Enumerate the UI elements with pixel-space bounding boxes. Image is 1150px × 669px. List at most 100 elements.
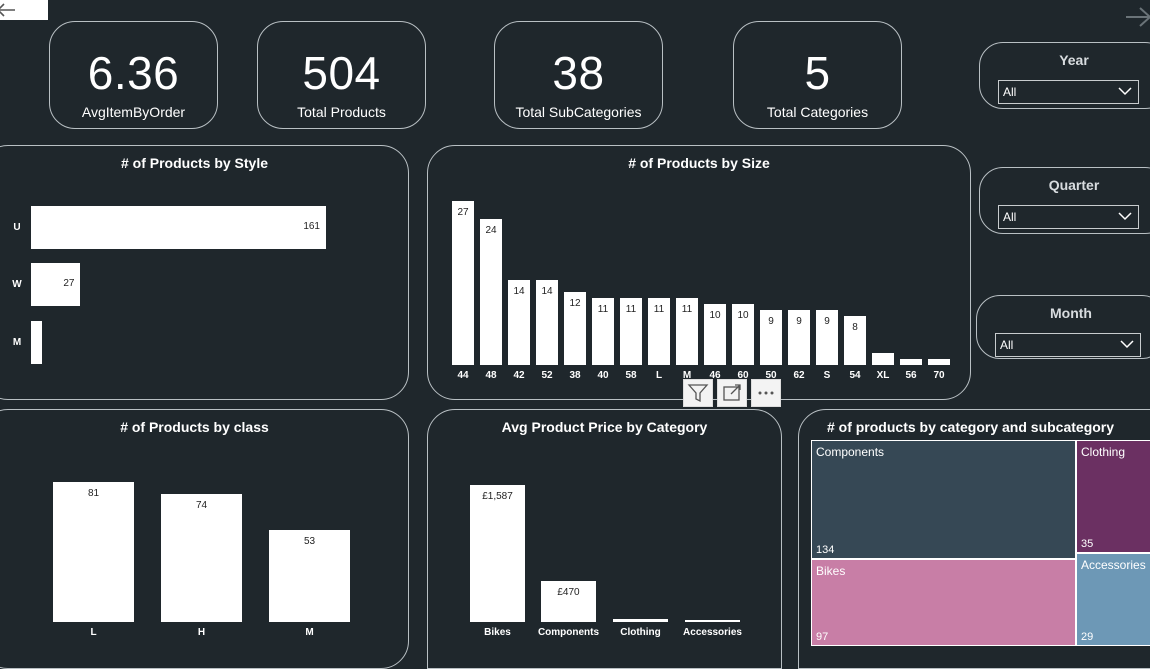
kpi-value: 504 <box>302 47 381 99</box>
axis-label: L <box>90 627 97 638</box>
axis-label: S <box>823 370 831 381</box>
data-label: 9 <box>796 316 802 328</box>
chart-title: # of Products by Style <box>120 155 269 171</box>
data-label: 74 <box>195 500 208 512</box>
data-label: 11 <box>681 304 693 316</box>
month-dropdown[interactable]: All <box>995 333 1141 357</box>
data-label: 14 <box>541 285 553 297</box>
slicer-value: All <box>1003 85 1017 99</box>
data-label: 24 <box>485 225 497 237</box>
chart-products-by-class[interactable]: # of Products by class L 81 H 74 M 53 <box>0 409 409 669</box>
slicer-title: Year <box>1059 52 1089 68</box>
bar-class-H[interactable] <box>161 494 242 622</box>
bar-size-56[interactable] <box>900 358 922 365</box>
data-label: 81 <box>87 488 100 499</box>
data-label: 27 <box>63 277 75 289</box>
arrow-right-icon[interactable] <box>1124 6 1150 28</box>
chevron-down-icon <box>1118 87 1132 96</box>
slicer-title: Month <box>1050 305 1092 321</box>
treemap-cell-label: Accessories <box>1081 558 1146 572</box>
bar-price-accessories[interactable] <box>685 620 740 622</box>
axis-label: 70 <box>933 370 945 381</box>
kpi-value: 38 <box>552 47 605 99</box>
axis-label: 58 <box>625 370 637 381</box>
chevron-down-icon <box>1118 212 1132 221</box>
kpi-label: AvgItemByOrder <box>81 104 186 120</box>
slicer-value: All <box>1000 338 1014 352</box>
more-options-icon <box>758 391 774 395</box>
year-dropdown[interactable]: All <box>998 80 1139 104</box>
filter-button[interactable] <box>683 379 713 407</box>
focus-mode-button[interactable] <box>717 379 747 407</box>
back-tab[interactable] <box>0 0 48 20</box>
bar-class-L[interactable] <box>53 482 134 622</box>
bar-style-U[interactable] <box>31 206 326 249</box>
bar-price-bikes[interactable] <box>470 485 525 622</box>
bar-size-44[interactable] <box>452 201 474 365</box>
quarter-dropdown[interactable]: All <box>998 205 1139 229</box>
kpi-value: 6.36 <box>87 47 180 99</box>
chart-products-by-style[interactable]: # of Products by Style U 161 W 27 M <box>0 145 409 400</box>
slicer-title: Quarter <box>1048 177 1100 193</box>
axis-label: M <box>12 336 22 348</box>
chart-avg-price-by-category[interactable]: Avg Product Price by Category Bikes £1,58… <box>427 409 782 669</box>
bar-size-70[interactable] <box>928 358 950 365</box>
axis-label: 38 <box>569 370 581 381</box>
treemap-cell-bikes[interactable]: Bikes 97 <box>811 559 1076 646</box>
data-label: 10 <box>709 310 721 322</box>
axis-label: U <box>13 221 21 233</box>
bar-size-XL[interactable] <box>872 352 894 365</box>
slicer-month[interactable]: Month All <box>976 295 1150 359</box>
chart-title: Avg Product Price by Category <box>501 419 708 435</box>
treemap-category-subcategory[interactable]: # of products by category and subcategor… <box>798 409 1150 669</box>
chart-products-by-size[interactable]: # of Products by Size 44 27 48 24 42 14 52 14 38… <box>427 145 971 400</box>
axis-label: H <box>197 627 206 638</box>
arrow-left-icon[interactable] <box>0 3 16 17</box>
more-options-button[interactable] <box>751 379 781 407</box>
slicer-year[interactable]: Year All <box>979 42 1150 109</box>
kpi-label: Total Categories <box>766 104 869 120</box>
treemap-cell-count: 134 <box>816 544 835 556</box>
slicer-quarter[interactable]: Quarter All <box>979 167 1150 234</box>
treemap-cell-label: Bikes <box>816 564 846 578</box>
data-label: 9 <box>768 316 774 328</box>
treemap-cell-count: 29 <box>1081 631 1094 643</box>
axis-label: 42 <box>513 370 525 381</box>
data-label: 14 <box>513 285 525 297</box>
data-label: 12 <box>569 298 581 310</box>
axis-label: 44 <box>457 370 469 381</box>
kpi-card-total-subcategories: 38 Total SubCategories <box>494 21 663 129</box>
treemap-cell-accessories[interactable]: Accessories 29 <box>1076 553 1150 646</box>
data-label: £1,587 <box>482 491 513 502</box>
treemap-cell-count: 97 <box>816 631 829 643</box>
axis-label: Accessories <box>683 627 742 638</box>
filter-icon <box>687 384 709 403</box>
data-label: 11 <box>653 304 665 316</box>
treemap-cell-clothing[interactable]: Clothing 35 <box>1076 440 1150 553</box>
data-label: 11 <box>597 304 609 316</box>
kpi-label: Total Products <box>297 104 386 120</box>
treemap-cell-components[interactable]: Components 134 <box>811 440 1076 559</box>
axis-label: 54 <box>849 370 861 381</box>
chevron-down-icon <box>1120 340 1134 349</box>
kpi-label: Total SubCategories <box>515 104 642 120</box>
chart-title: # of Products by class <box>120 419 269 435</box>
data-label: 53 <box>303 536 316 548</box>
kpi-card-total-products: 504 Total Products <box>257 21 426 129</box>
treemap-cell-count: 35 <box>1081 538 1094 550</box>
axis-label: W <box>12 278 22 290</box>
slicer-value: All <box>1003 210 1017 224</box>
kpi-card-avg-item: 6.36 AvgItemByOrder <box>49 21 218 129</box>
data-label: 11 <box>625 304 637 316</box>
data-label: £470 <box>557 587 580 599</box>
treemap-cell-label: Clothing <box>1081 445 1126 459</box>
axis-label: 40 <box>597 370 609 381</box>
treemap-cell-label: Components <box>816 445 885 459</box>
axis-label: 52 <box>541 370 553 381</box>
bar-style-M[interactable] <box>31 321 42 364</box>
bar-size-48[interactable] <box>480 219 502 365</box>
chart-title: # of Products by Size <box>628 155 770 171</box>
data-label: 27 <box>457 207 469 218</box>
bar-price-clothing[interactable] <box>613 619 668 622</box>
kpi-value: 5 <box>804 47 831 99</box>
